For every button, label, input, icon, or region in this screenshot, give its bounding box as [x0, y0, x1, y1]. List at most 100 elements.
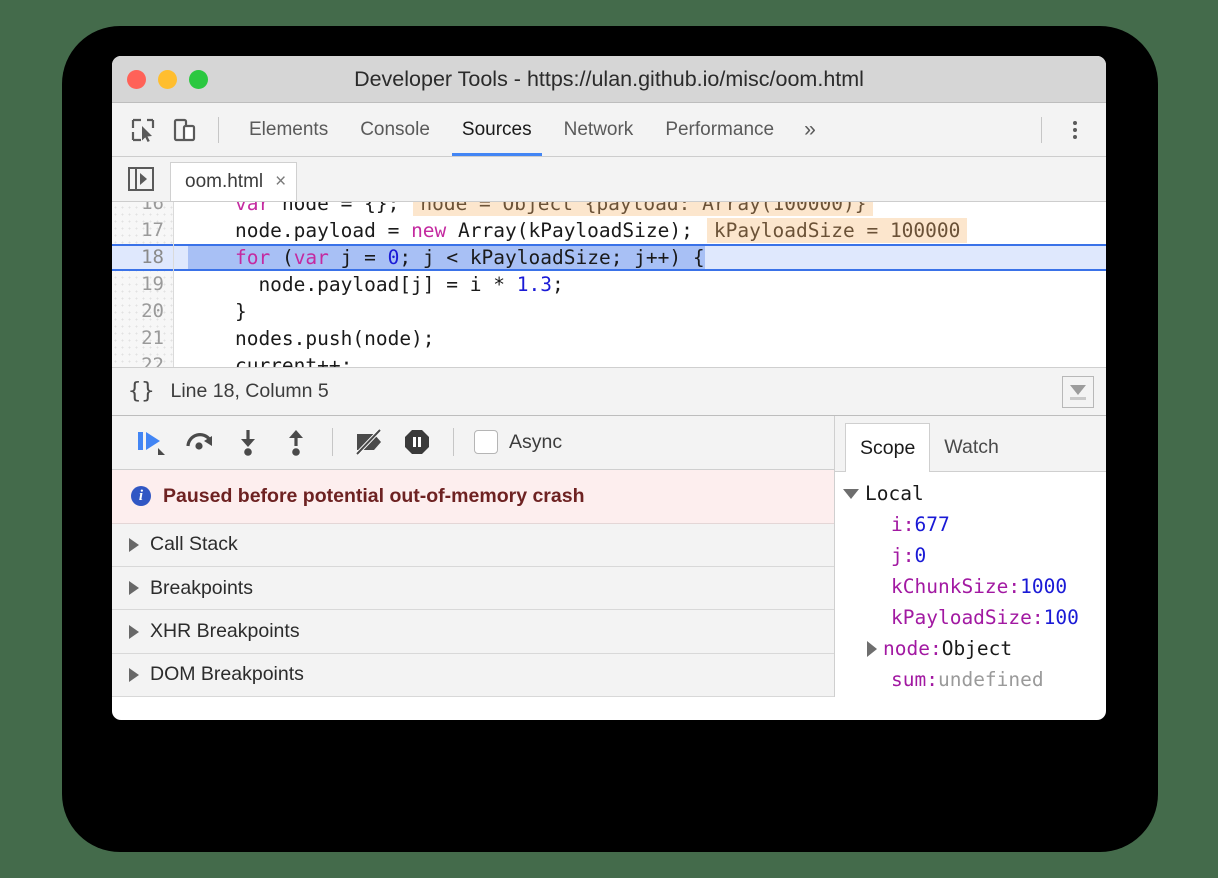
- line-number-gutter: 16171819202122: [112, 202, 174, 367]
- variable-value: 100: [1044, 602, 1079, 633]
- maximize-window-button[interactable]: [189, 70, 208, 89]
- code-text: [188, 202, 235, 215]
- tab-elements[interactable]: Elements: [233, 103, 344, 156]
- file-tab-label: oom.html: [185, 171, 263, 193]
- scope-variable-list[interactable]: Locali: 677j: 0kChunkSize: 1000kPayloadS…: [835, 472, 1106, 697]
- line-number[interactable]: 16: [112, 202, 173, 217]
- code-text: node.payload[j] = i *: [188, 273, 517, 296]
- code-text: [188, 246, 235, 269]
- code-text: nodes.push(node);: [188, 327, 435, 350]
- variable-name: kChunkSize:: [891, 571, 1020, 602]
- show-navigator-icon[interactable]: [122, 160, 160, 198]
- deactivate-breakpoints-icon[interactable]: [347, 422, 391, 462]
- pretty-print-icon[interactable]: {}: [128, 379, 155, 404]
- devtools-main-toolbar: Elements Console Sources Network Perform…: [112, 103, 1106, 157]
- debugger-left-pane: Async i Paused before potential out-of-m…: [112, 416, 835, 697]
- section-call-stack[interactable]: Call Stack: [112, 524, 834, 567]
- scope-variable-row[interactable]: sum: undefined: [835, 664, 1106, 695]
- step-out-icon[interactable]: [274, 422, 318, 462]
- code-keyword: var: [235, 202, 270, 215]
- close-icon[interactable]: ×: [275, 171, 286, 193]
- scope-variable-row[interactable]: i: 677: [835, 509, 1106, 540]
- line-number[interactable]: 20: [112, 298, 173, 325]
- section-breakpoints[interactable]: Breakpoints: [112, 567, 834, 610]
- paused-message: Paused before potential out-of-memory cr…: [163, 485, 585, 508]
- device-toolbar-icon[interactable]: [168, 113, 202, 147]
- chevron-down-icon[interactable]: [843, 489, 859, 499]
- code-keyword: new: [411, 219, 446, 242]
- debugger-area: Async i Paused before potential out-of-m…: [112, 416, 1106, 697]
- line-number[interactable]: 21: [112, 325, 173, 352]
- section-label: Breakpoints: [150, 577, 253, 600]
- line-number[interactable]: 19: [112, 271, 173, 298]
- inspect-cursor-icon[interactable]: [126, 113, 160, 147]
- minimize-window-button[interactable]: [158, 70, 177, 89]
- chevron-down-icon: [1070, 385, 1086, 395]
- scope-variable-row[interactable]: node: Object: [835, 633, 1106, 664]
- tab-performance[interactable]: Performance: [649, 103, 790, 156]
- line-number[interactable]: 22: [112, 352, 173, 368]
- code-line[interactable]: nodes.push(node);: [174, 325, 1106, 352]
- async-stack-traces-toggle[interactable]: Async: [474, 430, 562, 454]
- step-over-icon[interactable]: [178, 422, 222, 462]
- code-text: node = {};: [270, 202, 399, 215]
- resume-icon[interactable]: [130, 422, 174, 462]
- code-line[interactable]: current++;: [174, 352, 1106, 367]
- scope-pane: Scope Watch Locali: 677j: 0kChunkSize: 1…: [835, 416, 1106, 697]
- chevron-right-icon: [129, 625, 139, 639]
- section-dom-breakpoints[interactable]: DOM Breakpoints: [112, 654, 834, 697]
- scope-variable-row[interactable]: kPayloadSize: 100: [835, 602, 1106, 633]
- code-number: 0: [388, 246, 400, 269]
- show-drawer-icon[interactable]: [1062, 376, 1094, 408]
- variable-value: undefined: [938, 664, 1044, 695]
- section-xhr-breakpoints[interactable]: XHR Breakpoints: [112, 610, 834, 653]
- async-checkbox[interactable]: [474, 430, 498, 454]
- code-line[interactable]: node.payload = new Array(kPayloadSize);k…: [174, 217, 1106, 244]
- editor-status-bar: {} Line 18, Column 5: [112, 368, 1106, 416]
- code-editor[interactable]: 16171819202122 var node = {};node = Obje…: [112, 202, 1106, 368]
- scope-variable-row[interactable]: j: 0: [835, 540, 1106, 571]
- cursor-position-label: Line 18, Column 5: [171, 380, 329, 403]
- async-label: Async: [509, 431, 562, 454]
- scope-group-label: Local: [865, 478, 924, 509]
- chevron-right-icon: [129, 668, 139, 682]
- paused-banner: i Paused before potential out-of-memory …: [112, 470, 834, 524]
- code-text: ;: [552, 273, 564, 296]
- chevron-right-icon[interactable]: [867, 641, 877, 657]
- more-tabs-chevron-icon[interactable]: »: [790, 103, 830, 156]
- file-tab-oom-html[interactable]: oom.html ×: [170, 162, 297, 201]
- variable-value: Object: [942, 633, 1012, 664]
- code-text: node.payload =: [188, 219, 411, 242]
- code-text: current++;: [188, 354, 352, 367]
- debugger-toolbar: Async: [112, 416, 834, 470]
- code-line[interactable]: node.payload[j] = i * 1.3;: [174, 271, 1106, 298]
- code-line[interactable]: var node = {};node = Object {payload: Ar…: [174, 202, 1106, 217]
- toolbar-divider-right: [1041, 117, 1042, 143]
- tab-network[interactable]: Network: [548, 103, 650, 156]
- tab-console[interactable]: Console: [344, 103, 446, 156]
- code-keyword: var: [294, 246, 329, 269]
- code-text: Array(kPayloadSize);: [446, 219, 693, 242]
- tab-sources[interactable]: Sources: [446, 103, 548, 156]
- tab-scope[interactable]: Scope: [845, 423, 930, 472]
- close-window-button[interactable]: [127, 70, 146, 89]
- code-text: }: [188, 300, 247, 323]
- debugger-divider: [332, 428, 333, 456]
- code-line[interactable]: for (var j = 0; j < kPayloadSize; j++) {: [174, 244, 1106, 271]
- line-number[interactable]: 18: [112, 244, 173, 271]
- section-label: DOM Breakpoints: [150, 663, 304, 686]
- chevron-right-icon: [129, 538, 139, 552]
- window-controls: [112, 70, 208, 89]
- code-line[interactable]: }: [174, 298, 1106, 325]
- scope-variable-row[interactable]: kChunkSize: 1000: [835, 571, 1106, 602]
- code-keyword: for: [235, 246, 270, 269]
- more-options-icon[interactable]: [1058, 113, 1092, 147]
- step-into-icon[interactable]: [226, 422, 270, 462]
- pause-on-exceptions-icon[interactable]: [395, 422, 439, 462]
- scope-group-local[interactable]: Local: [835, 478, 1106, 509]
- section-label: Call Stack: [150, 533, 238, 556]
- variable-value: 0: [914, 540, 926, 571]
- tab-watch[interactable]: Watch: [930, 424, 1013, 471]
- code-lines[interactable]: var node = {};node = Object {payload: Ar…: [174, 202, 1106, 367]
- line-number[interactable]: 17: [112, 217, 173, 244]
